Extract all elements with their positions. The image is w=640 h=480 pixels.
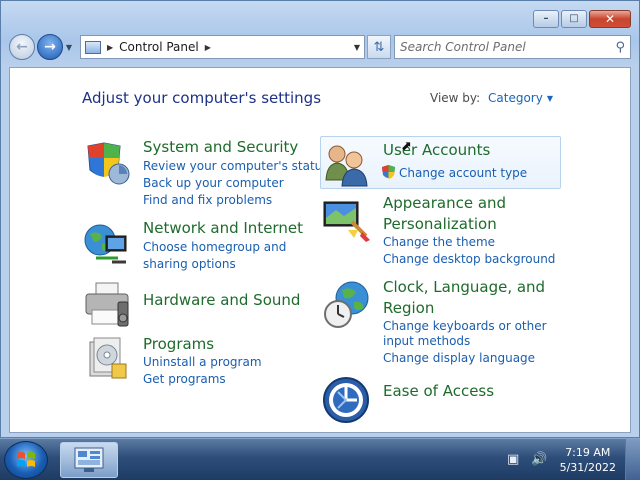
- mouse-cursor-icon: ⬈: [401, 139, 412, 154]
- category-ease-of-access: Ease of Access: [322, 376, 557, 426]
- category-title-programs[interactable]: Programs: [143, 334, 214, 355]
- clock-globe-icon[interactable]: [322, 280, 372, 330]
- printer-icon[interactable]: [82, 280, 132, 330]
- category-title-ease-of-access[interactable]: Ease of Access: [383, 381, 494, 402]
- chevron-down-icon: ▼: [65, 42, 73, 52]
- control-panel-window: – □ ✕ ← → ▼ ▶ Control Panel ▶ ▼ ⇅ ⚲ Adju…: [0, 0, 640, 438]
- link-change-keyboards-line2[interactable]: input methods: [383, 333, 470, 350]
- forward-arrow-icon: →: [44, 39, 56, 55]
- breadcrumb-control-panel[interactable]: Control Panel: [119, 40, 199, 54]
- category-system-security: System and Security Review your computer…: [82, 137, 329, 210]
- link-change-theme[interactable]: Change the theme: [383, 234, 495, 251]
- start-button[interactable]: [4, 441, 48, 479]
- taskbar-control-panel[interactable]: [60, 442, 118, 478]
- link-uninstall-program[interactable]: Uninstall a program: [143, 354, 262, 371]
- page-title: Adjust your computer's settings: [82, 89, 322, 107]
- control-panel-icon: [85, 40, 101, 54]
- category-title-network-internet[interactable]: Network and Internet: [143, 218, 303, 239]
- clock-time: 7:19 AM: [565, 446, 611, 459]
- category-user-accounts: User Accounts Change account type: [322, 140, 557, 188]
- network-globe-icon[interactable]: [82, 220, 132, 270]
- forward-button[interactable]: →: [37, 34, 63, 60]
- minimize-button[interactable]: –: [533, 10, 559, 28]
- category-clock-language-region: Clock, Language, and Region Change keybo…: [322, 277, 557, 368]
- category-title-appearance-line2[interactable]: Personalization: [383, 214, 497, 235]
- uac-shield-icon: [382, 165, 395, 179]
- recent-pages-button[interactable]: ▼: [63, 43, 75, 52]
- category-title-user-accounts[interactable]: User Accounts: [383, 140, 490, 161]
- link-back-up[interactable]: Back up your computer: [143, 175, 284, 192]
- category-appearance-personalization: Appearance and Personalization Change th…: [322, 193, 557, 268]
- close-icon: ✕: [604, 12, 616, 26]
- view-by-value[interactable]: Category: [488, 91, 543, 105]
- category-title-clock-line1[interactable]: Clock, Language, and: [383, 277, 545, 298]
- refresh-button[interactable]: ⇅: [367, 35, 391, 59]
- link-change-desktop-background[interactable]: Change desktop background: [383, 251, 555, 268]
- breadcrumb-separator-icon[interactable]: ▶: [205, 43, 211, 52]
- search-box[interactable]: ⚲: [394, 35, 631, 59]
- address-dropdown-icon[interactable]: ▼: [354, 43, 360, 52]
- category-title-hardware-sound[interactable]: Hardware and Sound: [143, 290, 300, 311]
- view-by-label: View by:: [430, 91, 481, 105]
- breadcrumb-separator-icon[interactable]: ▶: [107, 43, 113, 52]
- view-by-dropdown[interactable]: Category ▼: [488, 91, 553, 105]
- clock-date: 5/31/2022: [559, 461, 616, 474]
- category-network-internet: Network and Internet Choose homegroup an…: [82, 218, 317, 272]
- windows-logo-icon: [17, 452, 35, 467]
- close-button[interactable]: ✕: [589, 10, 631, 28]
- users-icon[interactable]: [322, 140, 372, 190]
- minimize-icon: –: [543, 13, 549, 24]
- link-change-account-type[interactable]: Change account type: [399, 165, 527, 182]
- category-title-system-security[interactable]: System and Security: [143, 137, 298, 158]
- search-input[interactable]: [400, 40, 600, 54]
- caption-buttons: – □ ✕: [531, 10, 631, 28]
- main-content: Adjust your computer's settings View by:…: [9, 67, 631, 433]
- show-desktop-button[interactable]: [625, 439, 640, 480]
- network-tray-icon[interactable]: ▣: [507, 452, 519, 467]
- ease-of-access-icon[interactable]: [322, 376, 372, 426]
- category-title-clock-line2[interactable]: Region: [383, 298, 434, 319]
- maximize-icon: □: [569, 13, 579, 24]
- back-button[interactable]: ←: [9, 34, 35, 60]
- link-find-fix[interactable]: Find and fix problems: [143, 192, 272, 209]
- control-panel-icon: [74, 447, 104, 472]
- refresh-icon: ⇅: [373, 39, 385, 55]
- volume-icon[interactable]: 🔊: [531, 452, 547, 467]
- navigation-bar: ← → ▼ ▶ Control Panel ▶ ▼ ⇅ ⚲: [9, 34, 631, 60]
- system-clock[interactable]: 7:19 AM 5/31/2022: [560, 445, 616, 475]
- appearance-icon[interactable]: [322, 196, 372, 246]
- back-arrow-icon: ←: [16, 39, 28, 55]
- maximize-button[interactable]: □: [561, 10, 587, 28]
- link-change-display-language[interactable]: Change display language: [383, 350, 535, 367]
- link-homegroup-sharing[interactable]: Choose homegroup and sharing options: [143, 239, 321, 273]
- shield-icon[interactable]: [82, 140, 132, 190]
- chevron-down-icon: ▼: [546, 94, 553, 103]
- search-icon[interactable]: ⚲: [615, 40, 625, 55]
- link-review-status[interactable]: Review your computer's status: [143, 158, 329, 175]
- link-get-programs[interactable]: Get programs: [143, 371, 226, 388]
- category-programs: Programs Uninstall a program Get program…: [82, 334, 317, 386]
- programs-icon[interactable]: [82, 334, 132, 384]
- taskbar: ▣ 🔊 7:19 AM 5/31/2022: [0, 438, 640, 480]
- address-bar[interactable]: ▶ Control Panel ▶ ▼: [80, 35, 365, 59]
- category-hardware-sound: Hardware and Sound: [82, 280, 317, 330]
- category-title-appearance-line1[interactable]: Appearance and: [383, 193, 506, 214]
